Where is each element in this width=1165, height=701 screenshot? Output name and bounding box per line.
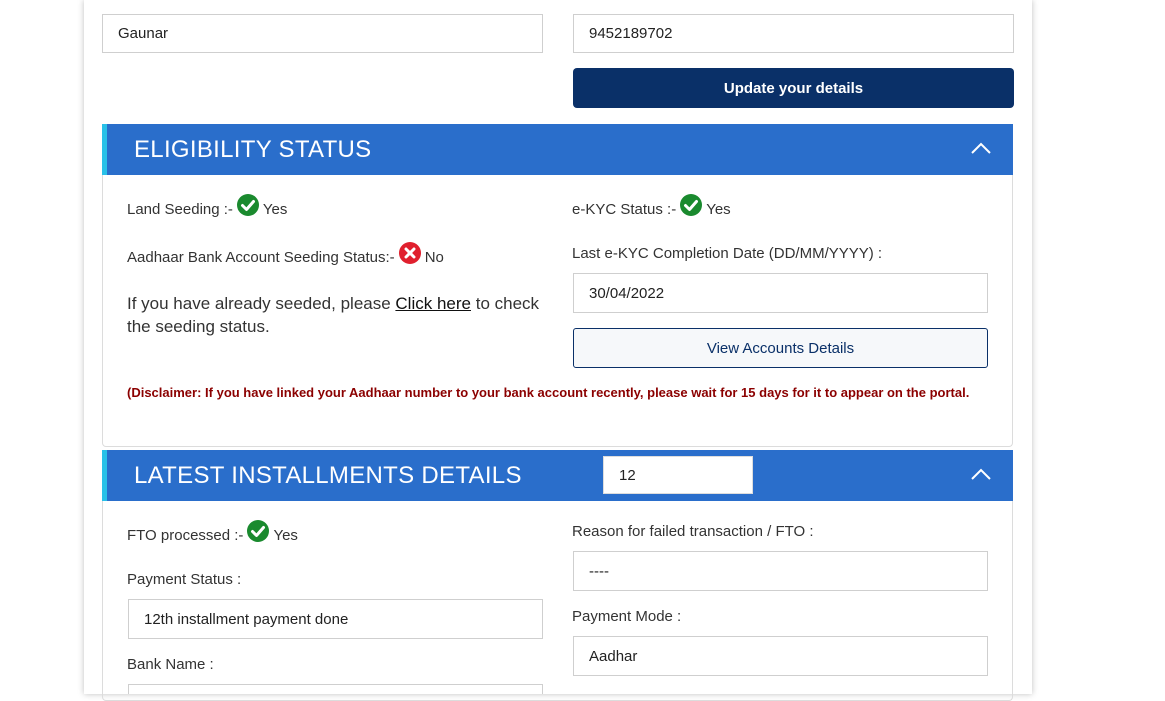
fto-processed-row: FTO processed :- Yes xyxy=(127,520,298,547)
payment-status-value: 12th installment payment done xyxy=(144,610,349,628)
click-here-link[interactable]: Click here xyxy=(395,294,471,313)
update-details-button[interactable]: Update your details xyxy=(573,68,1014,108)
disclaimer-text: (Disclaimer: If you have linked your Aad… xyxy=(127,385,970,400)
fto-processed-value: Yes xyxy=(273,526,298,544)
fto-processed-label: FTO processed :- xyxy=(127,526,244,544)
payment-status-label: Payment Status : xyxy=(127,570,242,588)
installments-header[interactable]: LATEST INSTALLMENTS DETAILS xyxy=(102,450,1013,501)
eligibility-status-header[interactable]: ELIGIBILITY STATUS xyxy=(102,124,1013,175)
error-circle-icon xyxy=(398,242,421,264)
name-field-value: Gaunar xyxy=(118,25,169,42)
eligibility-status-title: ELIGIBILITY STATUS xyxy=(134,135,372,163)
payment-status-field[interactable]: 12th installment payment done xyxy=(128,599,543,639)
land-seeding-value: Yes xyxy=(262,200,288,218)
update-details-button-label: Update your details xyxy=(723,79,864,97)
chevron-up-icon[interactable] xyxy=(971,139,991,159)
ekyc-status-value: Yes xyxy=(706,200,731,218)
ekyc-status-label: e-KYC Status :- xyxy=(572,200,677,218)
installment-number-value: 12 xyxy=(619,466,636,484)
failed-reason-label: Reason for failed transaction / FTO : xyxy=(572,522,814,540)
aadhaar-seeding-value: No xyxy=(424,248,444,266)
mobile-field[interactable]: 9452189702 xyxy=(573,14,1014,53)
installments-title: LATEST INSTALLMENTS DETAILS xyxy=(134,461,522,489)
land-seeding-row: Land Seeding :- Yes xyxy=(127,194,288,221)
installment-number-select[interactable]: 12 xyxy=(603,456,753,494)
view-accounts-button[interactable]: View Accounts Details xyxy=(573,328,988,368)
check-circle-icon xyxy=(680,194,703,216)
ekyc-date-field[interactable]: 30/04/2022 xyxy=(573,273,988,313)
chevron-up-icon[interactable] xyxy=(971,465,991,485)
seeding-check-text-before: If you have already seeded, please xyxy=(127,294,396,313)
payment-mode-field[interactable]: Aadhar xyxy=(573,636,988,676)
name-field[interactable]: Gaunar xyxy=(102,14,543,53)
seeding-check-text: If you have already seeded, please Click… xyxy=(127,292,552,338)
failed-reason-value: ---- xyxy=(589,562,609,580)
payment-mode-label: Payment Mode : xyxy=(572,607,682,625)
aadhaar-seeding-row: Aadhaar Bank Account Seeding Status:- No xyxy=(127,242,444,269)
check-circle-icon xyxy=(236,194,259,216)
ekyc-date-value: 30/04/2022 xyxy=(589,284,665,302)
check-circle-icon xyxy=(247,520,270,542)
land-seeding-label: Land Seeding :- xyxy=(127,200,233,218)
view-accounts-button-label: View Accounts Details xyxy=(706,339,855,357)
mobile-field-value: 9452189702 xyxy=(589,25,673,42)
ekyc-date-label: Last e-KYC Completion Date (DD/MM/YYYY) … xyxy=(572,244,883,262)
aadhaar-seeding-label: Aadhaar Bank Account Seeding Status:- xyxy=(127,248,395,266)
failed-reason-field[interactable]: ---- xyxy=(573,551,988,591)
ekyc-status-row: e-KYC Status :- Yes xyxy=(572,194,731,221)
bank-name-label: Bank Name : xyxy=(127,655,214,673)
bank-name-field[interactable] xyxy=(128,684,543,694)
payment-mode-value: Aadhar xyxy=(589,647,638,665)
